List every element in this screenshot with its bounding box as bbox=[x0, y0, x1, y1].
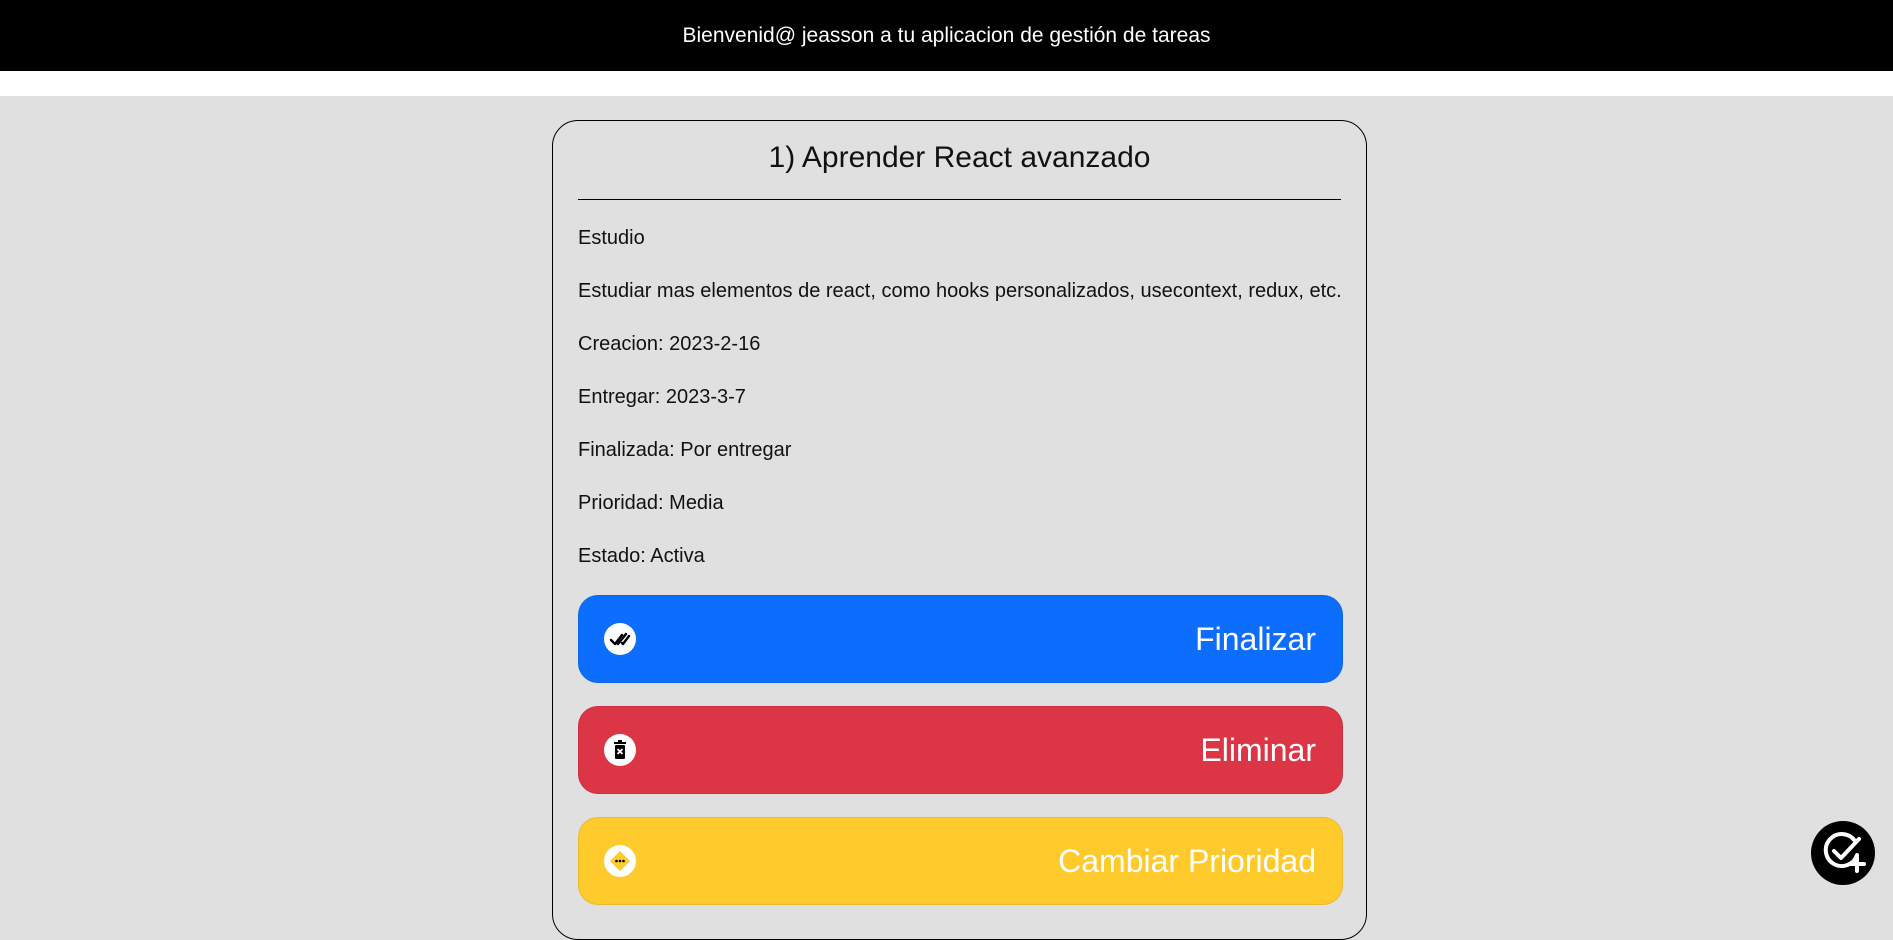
task-status: Estado: Activa bbox=[578, 545, 705, 567]
priority-diamond-icon bbox=[604, 845, 636, 877]
add-task-fab[interactable] bbox=[1811, 821, 1875, 885]
change-priority-button[interactable]: Cambiar Prioridad bbox=[578, 817, 1343, 905]
trash-icon bbox=[604, 734, 636, 766]
task-created-date: Creacion: 2023-2-16 bbox=[578, 333, 761, 355]
change-priority-button-label: Cambiar Prioridad bbox=[1058, 842, 1316, 879]
add-task-icon bbox=[1819, 827, 1867, 880]
task-description: Estudiar mas elementos de react, como ho… bbox=[578, 280, 1342, 302]
task-card: 1) Aprender React avanzado Estudio Estud… bbox=[552, 120, 1367, 940]
finish-button[interactable]: Finalizar bbox=[578, 595, 1343, 683]
app-header: Bienvenid@ jeasson a tu aplicacion de ge… bbox=[0, 0, 1893, 71]
finish-button-label: Finalizar bbox=[1195, 620, 1316, 657]
task-category: Estudio bbox=[578, 227, 645, 249]
task-title: 1) Aprender React avanzado bbox=[768, 141, 1151, 174]
task-due-date: Entregar: 2023-3-7 bbox=[578, 386, 746, 408]
task-finished: Finalizada: Por entregar bbox=[578, 439, 792, 461]
delete-button-label: Eliminar bbox=[1200, 731, 1316, 768]
delete-button[interactable]: Eliminar bbox=[578, 706, 1343, 794]
title-divider bbox=[578, 199, 1341, 200]
welcome-text: Bienvenid@ jeasson a tu aplicacion de ge… bbox=[682, 23, 1211, 47]
double-check-icon bbox=[604, 623, 636, 655]
task-priority: Prioridad: Media bbox=[578, 492, 724, 514]
header-spacer bbox=[0, 71, 1893, 96]
